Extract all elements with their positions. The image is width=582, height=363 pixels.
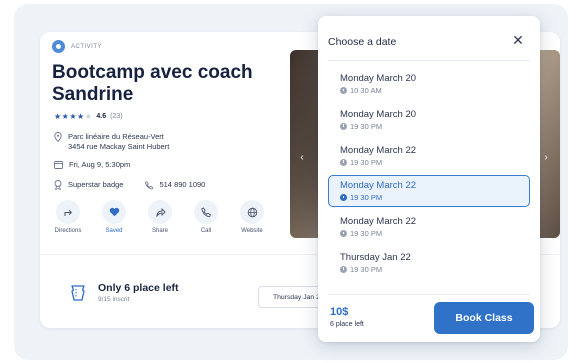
popover-divider [328,60,530,61]
clock-icon [340,87,347,94]
website-label: Website [241,228,263,234]
phone-small-icon [145,180,154,189]
heart-icon [109,207,119,217]
share-label: Share [151,228,168,234]
date-slot[interactable]: Monday March 22 19 30 PM [328,140,530,172]
saved-label: Saved [105,228,123,234]
slot-time: 19 30 PM [350,121,383,131]
address: Parc linéaire du Réseau-Vert 3454 rue Ma… [54,132,169,152]
slot-day: Monday March 22 [340,180,417,192]
slot-day: Monday March 22 [340,144,417,156]
globe-icon [247,207,257,217]
date-slot[interactable]: Monday March 20 10 30 AM [328,68,530,100]
directions-icon [64,209,72,216]
price-places-left: 6 place left [330,321,364,328]
badge-text: Superstar badge [68,180,124,189]
slot-day: Thursday Jan 22 [340,251,411,263]
share-icon [156,207,166,217]
event-datetime: Fri, Aug 9, 5:30pm [54,160,130,170]
clock-icon [340,265,347,273]
places-registered: 9/15 inscrit [98,296,130,303]
clock-icon [340,122,347,130]
clock-icon [340,194,347,202]
phone-number: 514 890 1090 [159,180,206,189]
clock-icon [340,158,347,166]
category-icon [52,40,65,53]
slot-day: Monday March 22 [340,216,417,228]
date-slot-list: Monday March 20 10 30 AM Monday March 20… [328,68,530,283]
book-class-button[interactable]: Book Class [434,302,534,334]
photo-next-arrow-icon[interactable]: › [540,150,552,164]
address-line-2: 3454 rue Mackay Saint Hubert [68,142,170,151]
date-slot[interactable]: Monday March 20 19 30 PM [328,104,530,136]
datetime-text: Fri, Aug 9, 5:30pm [69,160,131,169]
badge-icon [54,180,62,190]
price: 10$ [330,306,349,318]
photo-prev-arrow-icon[interactable]: ‹ [296,150,308,164]
date-picker-title: Choose a date [328,36,397,48]
slot-day: Monday March 20 [340,108,417,120]
rating-count: (23) [110,113,123,120]
phone-icon [200,206,211,217]
website-button[interactable]: Website [232,200,272,234]
action-bar: Directions Saved Share Call Website [48,200,272,234]
slot-day: Monday March 20 [340,73,417,84]
saved-button[interactable]: Saved [94,200,134,234]
phone[interactable]: 514 890 1090 [145,180,205,190]
clock-icon [340,230,347,238]
address-line-1: Parc linéaire du Réseau-Vert [68,132,164,141]
directions-button[interactable]: Directions [48,200,88,234]
location-pin-icon [54,132,62,142]
rating: ★★★★★ 4.6 (23) [54,112,123,121]
availability: Only 6 place left 9/15 inscrit [68,282,179,303]
share-button[interactable]: Share [140,200,180,234]
rating-score: 4.6 [96,113,107,120]
footer-divider [328,294,530,295]
badge-row: Superstar badge 514 890 1090 [54,180,205,190]
ticket-icon [71,284,85,301]
slot-time: 19 30 PM [350,193,383,203]
places-left: Only 6 place left [98,282,179,294]
date-slot[interactable]: Thursday Jan 22 19 30 PM [328,247,530,279]
slot-time: 19 30 PM [350,157,383,167]
calendar-icon [54,161,63,169]
slot-time: 19 30 PM [350,229,383,239]
date-picker-popover: Choose a date ✕ Monday March 20 10 30 AM… [318,16,540,342]
star-rating-icon: ★★★★★ [54,112,93,121]
slot-time: 10 30 AM [350,86,382,95]
date-slot[interactable]: Monday March 22 19 30 PM [328,211,530,243]
close-icon[interactable]: ✕ [510,32,526,48]
activity-category: Activity [52,40,102,53]
slot-time: 19 30 PM [350,264,383,274]
call-label: Call [200,228,212,234]
call-button[interactable]: Call [186,200,226,234]
category-label: Activity [71,43,103,50]
activity-title: Bootcamp avec coach Sandrine [52,62,253,105]
date-slot-selected[interactable]: Monday March 22 19 30 PM [328,175,530,208]
directions-label: Directions [54,228,82,234]
